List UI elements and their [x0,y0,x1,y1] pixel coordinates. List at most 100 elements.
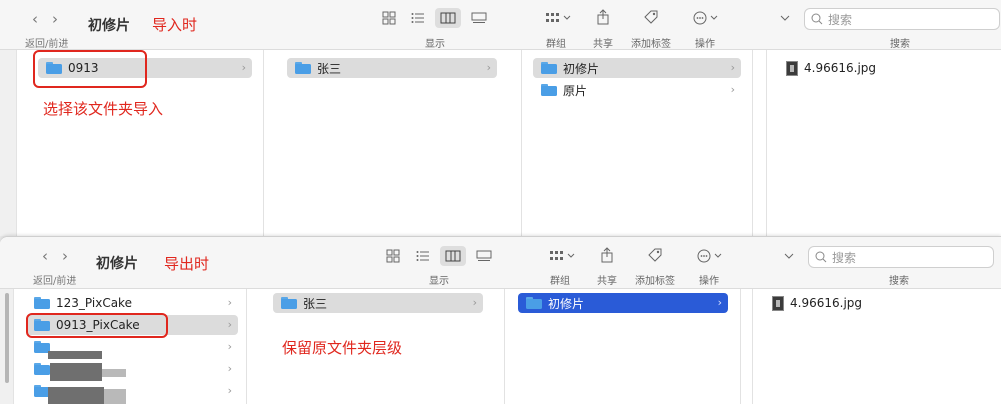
column-divider [766,50,767,236]
action-button[interactable] [694,246,730,266]
item-name: 4.96616.jpg [804,61,877,75]
chevron-right-icon: › [227,384,232,397]
chevron-right-icon: › [486,61,491,74]
share-icon [601,247,613,263]
tag-icon [644,10,658,24]
window-title: 初修片 [88,18,130,34]
toolbar: ‹ › 返回/前进 初修片 导出时 显示 群组 共享 添加标签 操作 搜索 搜索 [0,237,1001,289]
search-label: 搜索 [890,39,910,50]
view-label: 显示 [425,39,445,50]
annotation-note: 保留原文件夹层级 [282,339,403,357]
columns-icon [445,250,461,262]
icon-view-button[interactable] [376,8,402,28]
action-label: 操作 [695,39,715,50]
item-name: 初修片 [548,296,585,311]
search-magnifier-icon [815,251,827,263]
list-item-folder[interactable]: 123_PixCake › [26,293,238,313]
window-title: 初修片 [96,256,138,272]
column-divider [521,50,522,236]
chevron-right-icon: › [227,340,232,353]
list-item-folder[interactable]: 初修片 › [533,58,741,78]
finder-window-import: ‹ › 返回/前进 初修片 导入时 显示 群组 共享 添加标签 操作 搜索 搜索… [0,0,1001,236]
folder-icon [541,84,557,96]
list-view-button[interactable] [410,246,436,266]
share-button[interactable] [594,245,620,265]
forward-chevron-right-icon[interactable]: › [52,10,58,28]
list-item-file[interactable]: 4.96616.jpg [764,293,964,313]
list-item-folder[interactable]: 原片 › [533,80,741,100]
share-label: 共享 [597,276,617,287]
chevron-right-icon: › [472,296,477,309]
action-label: 操作 [699,276,719,287]
grid-icon [382,11,396,25]
list-view-button[interactable] [405,8,431,28]
search-field[interactable]: 搜索 [804,8,1000,30]
list-icon [416,251,429,261]
folder-icon [541,62,557,74]
item-name: 张三 [317,61,342,76]
action-button[interactable] [690,8,726,28]
item-name: 张三 [303,296,328,311]
chevron-right-icon: › [717,296,722,309]
group-button[interactable] [540,8,576,28]
chevron-right-icon: › [241,61,246,74]
list-item-folder[interactable]: 张三 › [273,293,483,313]
folder-icon [526,297,542,309]
chevron-right-icon: › [730,61,735,74]
column-divider [504,289,505,404]
back-chevron-left-icon[interactable]: ‹ [32,10,38,28]
search-label: 搜索 [889,276,909,287]
tag-button[interactable] [638,7,664,27]
item-name: 4.96616.jpg [790,296,863,310]
search-field[interactable]: 搜索 [808,246,994,268]
tag-icon [648,248,662,262]
group-grid-icon [550,251,575,260]
column-divider [752,289,753,404]
more-chevron-down-icon[interactable] [776,246,802,266]
list-item-file[interactable]: 4.96616.jpg [778,58,978,78]
list-item-folder-active[interactable]: 初修片 › [518,293,728,313]
gallery-view-button[interactable] [471,246,497,266]
back-chevron-left-icon[interactable]: ‹ [42,247,48,265]
tag-label: 添加标签 [635,276,675,287]
gallery-icon [471,12,487,23]
group-grid-icon [546,13,571,22]
list-item-folder[interactable]: 张三 › [287,58,497,78]
redaction-blur [102,369,126,377]
folder-icon [34,297,50,309]
share-label: 共享 [593,39,613,50]
tag-label: 添加标签 [631,39,671,50]
chevron-right-icon: › [730,83,735,96]
share-button[interactable] [590,7,616,27]
icon-view-button[interactable] [380,246,406,266]
tag-button[interactable] [642,245,668,265]
highlight-box [33,50,147,88]
scrollbar[interactable] [5,293,9,383]
redaction-blur [50,363,102,381]
column-divider [752,50,753,236]
view-label: 显示 [429,276,449,287]
column-view-button[interactable] [440,246,466,266]
chevron-right-icon: › [227,296,232,309]
list-icon [411,13,424,23]
column-divider [263,50,264,236]
ellipsis-icon [693,11,718,25]
gallery-view-button[interactable] [466,8,492,28]
annotation-title: 导入时 [152,16,198,34]
nav-label: 返回/前进 [25,39,69,50]
annotation-note: 选择该文件夹导入 [43,100,164,118]
group-label: 群组 [550,276,570,287]
more-chevron-down-icon[interactable] [772,8,798,28]
group-button[interactable] [544,246,580,266]
folder-icon [34,363,50,375]
finder-window-export: ‹ › 返回/前进 初修片 导出时 显示 群组 共享 添加标签 操作 搜索 搜索… [0,236,1001,404]
redaction-blur [48,351,102,359]
forward-chevron-right-icon[interactable]: › [62,247,68,265]
column-divider [740,289,741,404]
column-view-button[interactable] [435,8,461,28]
chevron-right-icon: › [227,362,232,375]
annotation-title: 导出时 [164,255,210,273]
nav-label: 返回/前进 [33,276,77,287]
column-divider [246,289,247,404]
highlight-box [26,313,168,338]
